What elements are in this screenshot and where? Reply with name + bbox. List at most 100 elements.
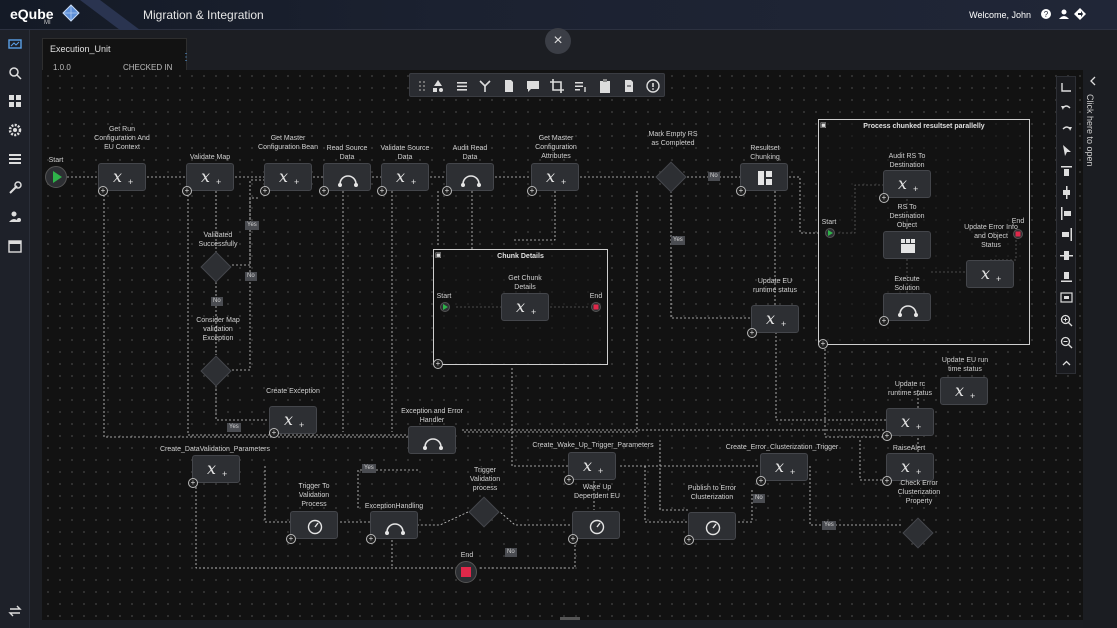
align-bottom-icon[interactable] — [1060, 270, 1073, 283]
exception-handling-node[interactable] — [370, 511, 418, 539]
add-node-icon[interactable]: + — [286, 534, 296, 544]
add-node-icon[interactable]: + — [269, 428, 279, 438]
add-node-icon[interactable]: + — [756, 476, 766, 486]
execute-solution-node[interactable] — [883, 293, 931, 321]
info-icon[interactable] — [645, 78, 661, 94]
validate-source-node[interactable]: x + — [381, 163, 429, 191]
update-rc-node[interactable]: x + — [886, 408, 934, 436]
add-node-icon[interactable]: + — [684, 535, 694, 545]
audit-rs-node[interactable]: x + — [883, 170, 931, 198]
crop-icon[interactable] — [549, 78, 565, 94]
redo-icon[interactable] — [1060, 123, 1073, 136]
shapes-icon[interactable] — [430, 78, 446, 94]
add-node-icon[interactable]: + — [188, 478, 198, 488]
audit-read-label: Audit Read Data — [452, 145, 488, 161]
update-eu-runtime-node[interactable]: x + — [751, 305, 799, 333]
audit-rs-label: Audit RS To Destination — [888, 153, 926, 169]
add-node-icon[interactable]: + — [377, 186, 387, 196]
rs-to-dest-node[interactable] — [883, 231, 931, 259]
create-data-validation-node[interactable]: x + — [192, 455, 240, 483]
consider-map-label: Consider Map validation Exception — [196, 317, 240, 342]
update-error-node[interactable]: x + — [966, 260, 1014, 288]
add-node-icon[interactable]: + — [319, 186, 329, 196]
add-node-icon[interactable]: + — [366, 534, 376, 544]
clipboard-icon[interactable] — [597, 78, 613, 94]
chevron-up-icon[interactable] — [1060, 357, 1073, 370]
fit-screen-icon[interactable] — [1060, 291, 1073, 304]
wake-up-label: Wake Up Dependent EU — [574, 484, 620, 500]
undo-icon[interactable] — [1060, 102, 1073, 115]
comment-icon[interactable] — [525, 78, 541, 94]
start-label: Start — [48, 157, 64, 164]
resultset-chunking-node[interactable] — [740, 163, 788, 191]
add-node-icon[interactable]: + — [98, 186, 108, 196]
raise-alert-node[interactable]: x + — [886, 453, 934, 481]
chunk-group-title: Chunk Details — [497, 253, 544, 260]
get-chunk-details-node[interactable]: x + — [501, 293, 549, 321]
add-node-icon[interactable]: + — [568, 534, 578, 544]
create-error-cluster-node[interactable]: x + — [760, 453, 808, 481]
create-wake-up-label: Create_Wake_Up_Trigger_Parameters — [532, 442, 654, 449]
raise-alert-label: RaiseAlert — [892, 445, 926, 452]
add-node-icon[interactable]: + — [527, 186, 537, 196]
add-node-icon[interactable]: + — [442, 186, 452, 196]
update-eu-run-time-node[interactable]: x + — [940, 377, 988, 405]
chunk-start-label: Start — [436, 293, 452, 300]
publish-error-node[interactable] — [688, 512, 736, 540]
align-left-icon[interactable] — [1060, 207, 1073, 220]
canvas-scroll-handle[interactable] — [560, 617, 580, 620]
rs-to-dest-label: RS To Destination Object — [889, 204, 925, 229]
timer-icon — [705, 520, 721, 536]
add-node-icon[interactable]: + — [260, 186, 270, 196]
audit-read-node[interactable] — [446, 163, 494, 191]
branch-icon[interactable] — [477, 78, 493, 94]
align-center-icon[interactable] — [1060, 186, 1073, 199]
stop-icon — [461, 567, 471, 577]
add-node-icon[interactable]: + — [747, 328, 757, 338]
read-source-node[interactable] — [323, 163, 371, 191]
sort-list-icon[interactable] — [573, 78, 589, 94]
no-tag: No — [753, 494, 765, 503]
add-node-icon[interactable]: + — [182, 186, 192, 196]
add-node-icon[interactable]: + — [433, 359, 443, 369]
add-node-icon[interactable]: + — [882, 431, 892, 441]
chunk-end-label: End — [589, 293, 603, 300]
check-error-label: Check Error Clusterization Property — [897, 480, 941, 505]
align-middle-icon[interactable] — [1060, 249, 1073, 262]
collapse-icon[interactable]: ▣ — [820, 121, 827, 129]
no-tag: No — [245, 272, 257, 281]
trigger-to-validation-node[interactable] — [290, 511, 338, 539]
align-right-icon[interactable] — [1060, 228, 1073, 241]
create-wake-up-node[interactable]: x + — [568, 452, 616, 480]
file-icon[interactable] — [621, 78, 637, 94]
collapse-icon[interactable]: ▣ — [435, 251, 442, 259]
publish-error-label: Publish to Error Clusterization — [687, 485, 737, 501]
align-top-icon[interactable] — [1060, 165, 1073, 178]
get-master-attrs-node[interactable]: x + — [531, 163, 579, 191]
grid-icon — [901, 239, 915, 253]
play-icon — [53, 171, 62, 183]
zoom-in-icon[interactable] — [1060, 314, 1073, 327]
side-panel-open-label[interactable]: Click here to open — [1085, 94, 1095, 167]
add-node-icon[interactable]: + — [879, 193, 889, 203]
validate-map-label: Validate Map — [189, 154, 231, 161]
get-master-bean-node[interactable]: x + — [264, 163, 312, 191]
yes-tag: Yes — [227, 423, 241, 432]
exception-handler-node[interactable] — [408, 426, 456, 454]
validate-map-node[interactable]: x + — [186, 163, 234, 191]
yes-tag: Yes — [362, 464, 376, 473]
chevron-left-icon[interactable] — [1088, 76, 1098, 86]
pointer-icon[interactable] — [1060, 144, 1073, 157]
add-node-icon[interactable]: + — [736, 186, 746, 196]
add-node-icon[interactable]: + — [879, 316, 889, 326]
menu-icon[interactable] — [454, 78, 470, 94]
wake-up-node[interactable] — [572, 511, 620, 539]
zoom-out-icon[interactable] — [1060, 336, 1073, 349]
add-node-icon[interactable]: + — [818, 339, 828, 349]
get-master-attrs-label: Get Master Configuration Attributes — [535, 135, 577, 160]
stop-icon — [593, 304, 599, 310]
drag-handle-icon[interactable] — [414, 78, 430, 94]
document-icon[interactable] — [501, 78, 517, 94]
connector-icon[interactable] — [1060, 81, 1073, 94]
update-eu-run-time-label: Update EU run time status — [941, 357, 989, 373]
